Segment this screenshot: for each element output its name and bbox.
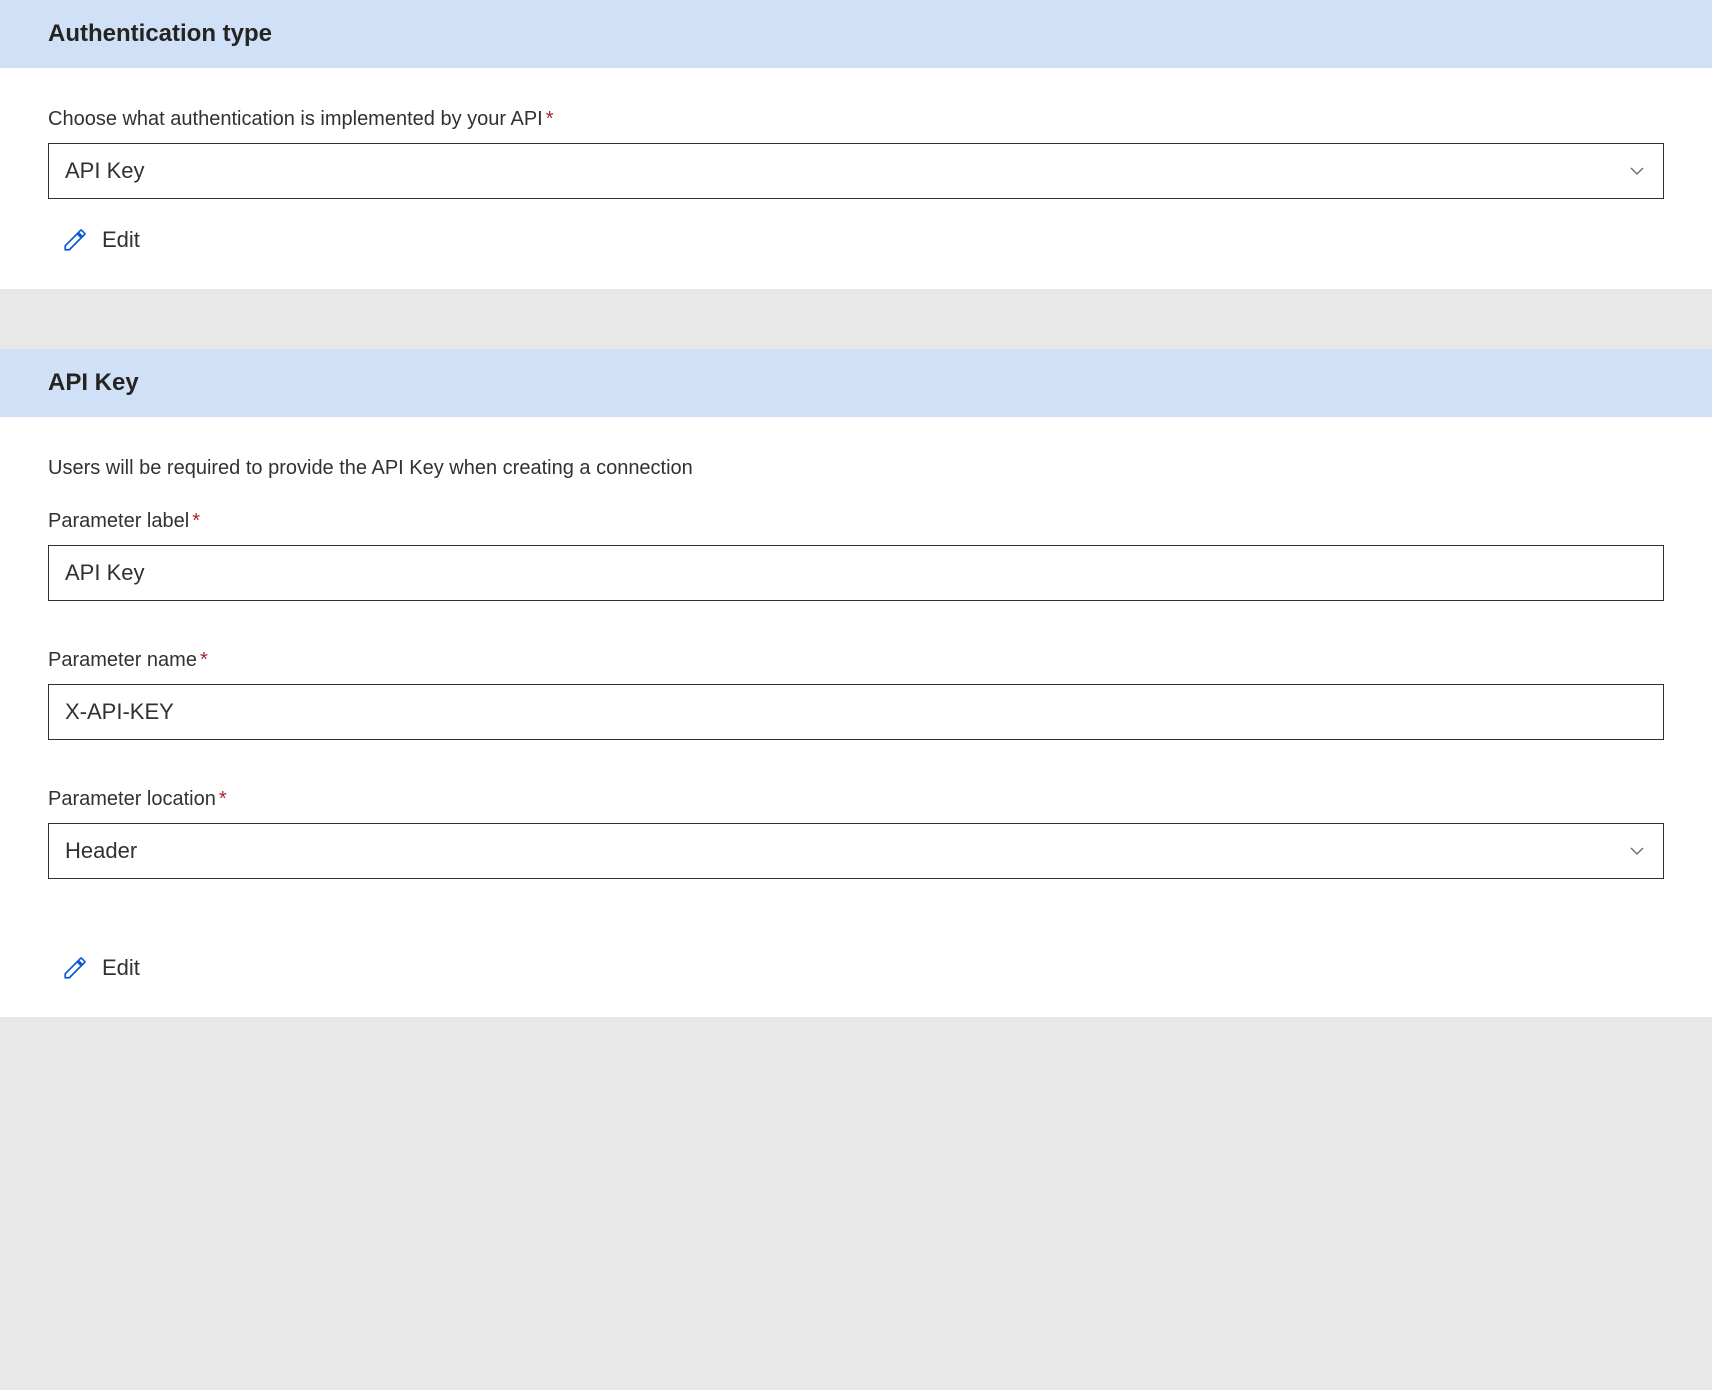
edit-label: Edit bbox=[102, 955, 140, 981]
parameter-label-input[interactable] bbox=[48, 545, 1664, 601]
chevron-down-icon bbox=[1627, 841, 1647, 861]
auth-type-value: API Key bbox=[65, 158, 144, 184]
edit-label: Edit bbox=[102, 227, 140, 253]
pencil-icon bbox=[62, 227, 88, 253]
chevron-down-icon bbox=[1627, 161, 1647, 181]
auth-type-header: Authentication type bbox=[0, 0, 1712, 68]
required-indicator: * bbox=[219, 788, 227, 810]
parameter-name-label: Parameter name* bbox=[48, 649, 1664, 672]
api-key-header: API Key bbox=[0, 349, 1712, 417]
authentication-type-section: Authentication type Choose what authenti… bbox=[0, 0, 1712, 289]
parameter-location-group: Parameter location* Header bbox=[48, 788, 1664, 879]
parameter-location-dropdown[interactable]: Header bbox=[48, 823, 1664, 879]
api-key-section: API Key Users will be required to provid… bbox=[0, 349, 1712, 1017]
api-key-edit-button[interactable]: Edit bbox=[48, 955, 140, 981]
parameter-name-group: Parameter name* bbox=[48, 649, 1664, 740]
auth-type-edit-button[interactable]: Edit bbox=[48, 227, 140, 253]
parameter-label-label: Parameter label* bbox=[48, 510, 1664, 533]
parameter-location-label: Parameter location* bbox=[48, 788, 1664, 811]
parameter-label-group: Parameter label* bbox=[48, 510, 1664, 601]
parameter-location-value: Header bbox=[65, 838, 137, 864]
api-key-description: Users will be required to provide the AP… bbox=[48, 457, 1664, 480]
parameter-name-input[interactable] bbox=[48, 684, 1664, 740]
auth-type-label: Choose what authentication is implemente… bbox=[48, 108, 1664, 131]
required-indicator: * bbox=[200, 649, 208, 671]
required-indicator: * bbox=[546, 108, 554, 130]
required-indicator: * bbox=[192, 510, 200, 532]
pencil-icon bbox=[62, 955, 88, 981]
auth-type-dropdown[interactable]: API Key bbox=[48, 143, 1664, 199]
